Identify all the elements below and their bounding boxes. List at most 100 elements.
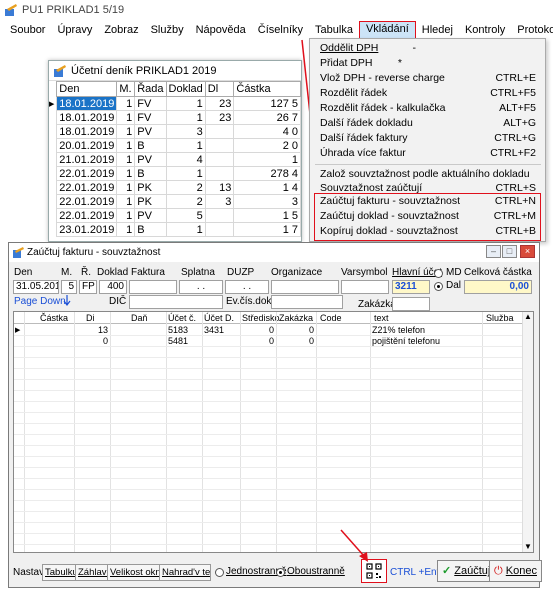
cell-dl[interactable] xyxy=(204,124,235,139)
cell-m[interactable]: 1 xyxy=(116,208,136,223)
gcell-ucet-c[interactable]: 5481 xyxy=(168,336,202,347)
minimize-button[interactable]: – xyxy=(486,245,501,258)
cell-dl[interactable]: 13 xyxy=(204,180,235,195)
journal-row[interactable]: 21.01.2019 1 PV 4 1 xyxy=(49,152,301,167)
organizace-field[interactable] xyxy=(271,280,339,294)
cell-den[interactable]: 21.01.2019 xyxy=(56,152,118,167)
gcol-zakazka[interactable]: Zakázka xyxy=(279,312,313,324)
menu-item-dalsi-radek-faktury[interactable]: Další řádek faktury CTRL+G xyxy=(320,131,542,146)
menu-item-zauctuj-doklad[interactable]: Zaúčtuj doklad - souvztažnost CTRL+M xyxy=(320,209,542,224)
cell-castka[interactable]: 1 7 xyxy=(233,222,301,237)
gcell-stredisko[interactable]: 0 xyxy=(242,325,274,336)
menu-item-rozdelit-kalkulacka[interactable]: Rozdělit řádek - kalkulačka ALT+F5 xyxy=(320,101,542,116)
scroll-up-icon[interactable]: ▲ xyxy=(523,312,533,322)
cell-m[interactable]: 1 xyxy=(116,222,136,237)
cell-rada[interactable]: PV xyxy=(134,124,167,139)
cell-m[interactable]: 1 xyxy=(116,96,136,111)
col-dl[interactable]: Dl xyxy=(204,81,235,97)
menu-item-oddelit-dph[interactable]: Oddělit DPH - xyxy=(320,41,542,56)
cell-doklad[interactable]: 2 xyxy=(165,194,206,209)
dic-field[interactable] xyxy=(129,295,223,309)
cell-rada[interactable]: PK xyxy=(134,180,167,195)
cell-doklad[interactable]: 1 xyxy=(165,96,206,111)
gcol-di[interactable]: Di xyxy=(86,312,95,324)
journal-row[interactable]: 23.01.2019 1 B 1 1 7 xyxy=(49,222,301,237)
gcell-sluzba[interactable] xyxy=(484,336,524,347)
cell-m[interactable]: 1 xyxy=(116,152,136,167)
gcell-stredisko[interactable]: 0 xyxy=(242,336,274,347)
menu-item-reverse-charge[interactable]: Vlož DPH - reverse charge CTRL+E xyxy=(320,71,542,86)
menu-soubor[interactable]: Soubor xyxy=(4,21,51,39)
journal-row[interactable]: 22.01.2019 1 B 1 278 4 xyxy=(49,166,301,181)
cell-doklad[interactable]: 5 xyxy=(165,208,206,223)
varsymbol-field[interactable] xyxy=(341,280,389,294)
col-doklad[interactable]: Doklad xyxy=(165,81,206,97)
radio-oboustranne[interactable] xyxy=(276,568,285,577)
cell-dl[interactable]: 23 xyxy=(204,110,235,125)
cell-rada[interactable]: PV xyxy=(134,208,167,223)
gcell-code[interactable] xyxy=(318,336,368,347)
gcell-castka[interactable] xyxy=(26,325,72,336)
cell-doklad[interactable]: 3 xyxy=(165,124,206,139)
m-field[interactable]: 5 xyxy=(61,280,77,294)
grid-scrollbar[interactable]: ▲ ▼ xyxy=(522,312,533,552)
zauctuj-button[interactable]: ✓ Zaúčtuj xyxy=(437,560,496,582)
cell-m[interactable]: 1 xyxy=(116,194,136,209)
menu-zobraz[interactable]: Zobraz xyxy=(98,21,144,39)
cell-den[interactable]: 22.01.2019 xyxy=(56,194,118,209)
maximize-button[interactable]: □ xyxy=(502,245,517,258)
splatna-field[interactable]: . . xyxy=(179,280,223,294)
cell-rada[interactable]: FV xyxy=(134,96,167,111)
scroll-down-icon[interactable]: ▼ xyxy=(523,542,533,552)
faktura-field[interactable] xyxy=(129,280,177,294)
hlavni-ucet-field[interactable]: 3211 xyxy=(392,280,430,294)
gcol-ucet-c[interactable]: Účet č. xyxy=(168,312,196,324)
menu-upravy[interactable]: Úpravy xyxy=(51,21,98,39)
cell-dl[interactable] xyxy=(204,152,235,167)
gcell-zakazka[interactable]: 0 xyxy=(278,325,314,336)
cell-rada[interactable]: PV xyxy=(134,152,167,167)
cell-castka[interactable]: 1 5 xyxy=(233,208,301,223)
celkova-castka-field[interactable]: 0,00 xyxy=(464,280,532,294)
col-den[interactable]: Den xyxy=(56,81,118,97)
gcell-text[interactable]: Z21% telefon xyxy=(372,325,480,336)
cell-doklad[interactable]: 1 xyxy=(165,138,206,153)
cell-den[interactable]: 22.01.2019 xyxy=(56,166,118,181)
radio-jednostranne[interactable] xyxy=(215,568,224,577)
gcol-dan[interactable]: Daň xyxy=(131,312,148,324)
menu-napoveda[interactable]: Nápověda xyxy=(190,21,252,39)
cell-den[interactable]: 18.01.2019 xyxy=(56,124,118,139)
gcol-code[interactable]: Code xyxy=(320,312,342,324)
cell-doklad[interactable]: 4 xyxy=(165,152,206,167)
cell-doklad[interactable]: 1 xyxy=(165,110,206,125)
journal-row[interactable]: 22.01.2019 1 PV 5 1 5 xyxy=(49,208,301,223)
gcell-castka[interactable] xyxy=(26,336,72,347)
col-rada[interactable]: Řada xyxy=(134,81,167,97)
cell-dl[interactable]: 23 xyxy=(204,96,235,111)
gcol-stredisko[interactable]: Středisko xyxy=(242,312,280,324)
gcell-di[interactable]: 13 xyxy=(76,325,108,336)
col-m[interactable]: M. xyxy=(116,81,136,97)
journal-row[interactable]: 22.01.2019 1 PK 2 3 3 xyxy=(49,194,301,209)
cell-doklad[interactable]: 2 xyxy=(165,180,206,195)
gcell-ucet-c[interactable]: 5183 xyxy=(168,325,202,336)
menu-item-zaloz-souvztaznost[interactable]: Založ souvztažnost podle aktuálního dokl… xyxy=(320,167,542,182)
cell-den[interactable]: 22.01.2019 xyxy=(56,208,118,223)
cell-doklad[interactable]: 1 xyxy=(165,166,206,181)
gcell-zakazka[interactable]: 0 xyxy=(278,336,314,347)
cell-rada[interactable]: FV xyxy=(134,110,167,125)
radio-dal[interactable] xyxy=(434,282,443,291)
gcell-di[interactable]: 0 xyxy=(76,336,108,347)
cell-dl[interactable] xyxy=(204,208,235,223)
menu-ciselniky[interactable]: Číselníky xyxy=(252,21,309,39)
journal-row[interactable]: ▶ 18.01.2019 1 FV 1 23 127 5 xyxy=(49,96,301,111)
menu-protokol[interactable]: Protokol xyxy=(511,21,553,39)
cell-m[interactable]: 1 xyxy=(116,124,136,139)
nahrad-v-textu-button[interactable]: Nahrad'v textu xyxy=(159,564,211,581)
cell-dl[interactable]: 3 xyxy=(204,194,235,209)
gcell-code[interactable] xyxy=(318,325,368,336)
menu-hledej[interactable]: Hledej xyxy=(416,21,459,39)
cell-rada[interactable]: PK xyxy=(134,194,167,209)
journal-row[interactable]: 18.01.2019 1 FV 1 23 26 7 xyxy=(49,110,301,125)
menu-tabulka[interactable]: Tabulka xyxy=(309,21,359,39)
